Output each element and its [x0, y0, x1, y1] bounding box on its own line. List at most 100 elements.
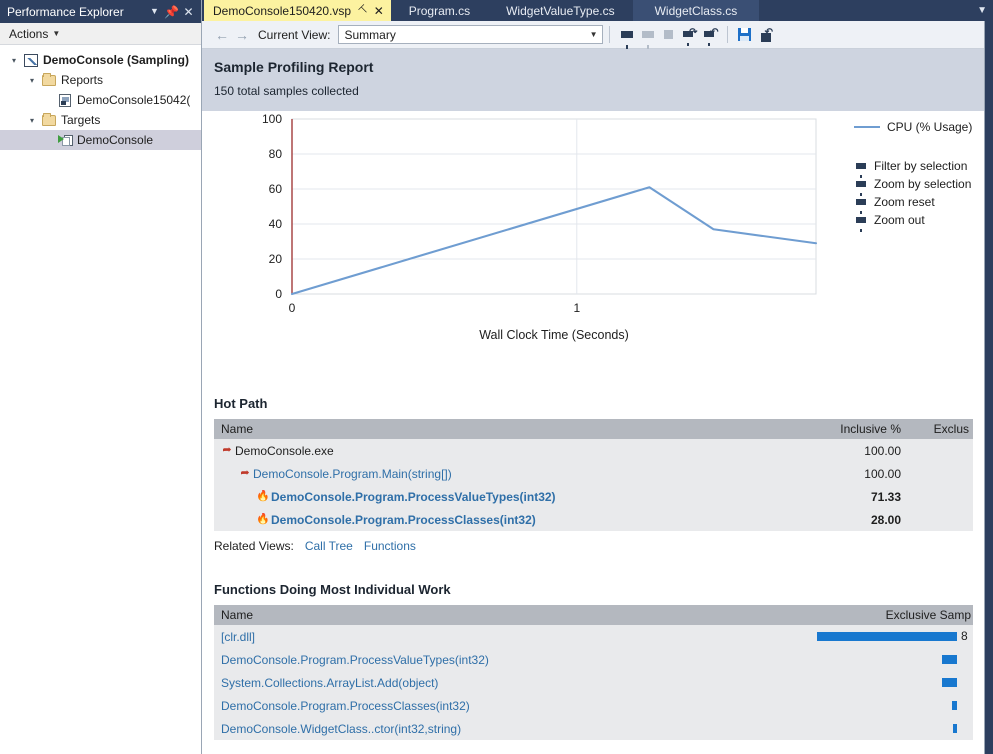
function-name[interactable]: DemoConsole.WidgetClass..ctor(int32,stri…: [221, 722, 461, 736]
exclusive-samples-bar-cell: [813, 671, 973, 694]
tab-widgetclass-cs[interactable]: WidgetClass.cs: [632, 0, 760, 21]
performance-explorer-panel: Performance Explorer ▼ 📌 ✕ Actions ▼ ▾ D…: [0, 0, 202, 754]
close-icon[interactable]: ✕: [180, 3, 197, 21]
current-view-label: Current View:: [258, 27, 331, 42]
toolbar-separator: [727, 26, 729, 43]
function-name[interactable]: DemoConsole.Program.Main(string[]): [253, 467, 452, 481]
tree-item-reports[interactable]: ▾ Reports: [0, 70, 201, 90]
chart-canvas: 0 20 40 60 80 100 01 Wall Clock Time (Seconds…: [202, 111, 862, 354]
exclusive-samples-bar-cell: [813, 694, 973, 717]
zoom-by-selection-action[interactable]: Zoom by selection: [854, 175, 985, 196]
apply-filter-button[interactable]: ↷: [679, 24, 700, 46]
tree-item-targets[interactable]: ▾ Targets: [0, 110, 201, 130]
hot-path-name-cell: ➦ DemoConsole.exe: [214, 444, 825, 458]
list-item[interactable]: DemoConsole.Program.ProcessValueTypes(in…: [214, 648, 973, 671]
tree-item-democonsole-sampling[interactable]: ▾ DemoConsole (Sampling): [0, 50, 201, 70]
action-label: Filter by selection: [874, 159, 968, 173]
filter-button[interactable]: [616, 24, 637, 49]
tab-program-cs[interactable]: Program.cs: [391, 0, 488, 21]
x-tick-label: 1: [573, 301, 580, 315]
table-row[interactable]: 🔥 DemoConsole.Program.ProcessValueTypes(…: [214, 485, 973, 508]
filter-by-selection-action[interactable]: Filter by selection: [854, 157, 985, 178]
editor-area: DemoConsole150420.vsp ⊢ ✕ Program.cs Wid…: [202, 0, 993, 754]
tree-item-democonsole-target[interactable]: DemoConsole: [0, 130, 201, 150]
function-name[interactable]: DemoConsole.Program.ProcessClasses(int32…: [271, 513, 536, 527]
related-view-functions[interactable]: Functions: [364, 539, 416, 553]
functions-work-section: Functions Doing Most Individual Work Nam…: [202, 582, 985, 740]
tab-label: WidgetValueType.cs: [506, 3, 615, 18]
function-name-cell: DemoConsole.WidgetClass..ctor(int32,stri…: [214, 722, 813, 736]
tab-widgetvaluetype-cs[interactable]: WidgetValueType.cs: [488, 0, 633, 21]
hot-path-section: Hot Path Name Inclusive % Exclus ➦ DemoC…: [202, 396, 985, 558]
toolbar-separator: [609, 26, 611, 43]
x-axis-tick-labels: 01: [289, 301, 581, 315]
chevron-down-icon[interactable]: ▼: [146, 3, 163, 21]
pin-icon[interactable]: 📌: [163, 3, 180, 21]
tree-item-label: DemoConsole (Sampling): [43, 53, 190, 67]
zoom-reset-action[interactable]: Zoom reset: [854, 193, 985, 214]
related-view-call-tree[interactable]: Call Tree: [305, 539, 353, 553]
exclusive-samples-bar: [942, 678, 957, 687]
pin-icon[interactable]: ⊢: [356, 3, 371, 18]
actions-menu[interactable]: Actions ▼: [0, 23, 201, 45]
list-item[interactable]: DemoConsole.WidgetClass..ctor(int32,stri…: [214, 717, 973, 740]
tab-overflow-chevron-icon[interactable]: ▼: [977, 0, 987, 21]
y-tick-label: 80: [269, 147, 283, 161]
back-arrow-icon[interactable]: ←: [212, 27, 232, 43]
table-row[interactable]: ➦ DemoConsole.Program.Main(string[]) 100…: [214, 462, 973, 485]
close-icon[interactable]: ✕: [374, 5, 384, 17]
chevron-down-icon: ▼: [589, 30, 598, 39]
y-axis-tick-labels: 0 20 40 60 80 100: [262, 112, 282, 301]
zoom-out-action[interactable]: Zoom out: [854, 211, 985, 232]
exclusive-samples-value: 8: [961, 629, 968, 643]
table-row[interactable]: ➦ DemoConsole.exe 100.00: [214, 439, 973, 462]
expander-icon[interactable]: ▾: [24, 116, 40, 125]
list-item[interactable]: System.Collections.ArrayList.Add(object): [214, 671, 973, 694]
stop-square-icon: [658, 24, 679, 45]
hot-path-header-row: Name Inclusive % Exclus: [214, 419, 973, 439]
flame-icon: 🔥: [256, 490, 270, 502]
function-name[interactable]: DemoConsole.Program.ProcessValueTypes(in…: [271, 490, 556, 504]
window-edge-strip: [985, 21, 993, 754]
column-header-name[interactable]: Name: [214, 608, 798, 622]
table-row[interactable]: 🔥 DemoConsole.Program.ProcessClasses(int…: [214, 508, 973, 531]
legend-swatch: [854, 126, 880, 128]
report-content: Sample Profiling Report 150 total sample…: [202, 49, 985, 754]
function-name[interactable]: DemoConsole.Program.ProcessClasses(int32…: [221, 699, 470, 713]
funnel-icon: [854, 181, 868, 196]
forward-arrow-icon[interactable]: →: [232, 27, 252, 43]
funnel-icon: [854, 199, 868, 214]
folder-icon: [40, 72, 58, 86]
list-item[interactable]: DemoConsole.Program.ProcessClasses(int32…: [214, 694, 973, 717]
expander-icon[interactable]: ▾: [24, 76, 40, 85]
function-name-cell: [clr.dll]: [214, 630, 813, 644]
inclusive-percent: 100.00: [864, 466, 901, 481]
column-header-exclusive-samples[interactable]: Exclusive Samp: [798, 608, 973, 622]
function-name[interactable]: System.Collections.ArrayList.Add(object): [221, 676, 438, 690]
chart-legend: CPU (% Usage) Filter by selection Zoom b…: [854, 119, 985, 232]
hot-path-rows: ➦ DemoConsole.exe 100.00 ➦ DemoConsole.P…: [214, 439, 973, 531]
column-header-inclusive[interactable]: Inclusive %: [825, 422, 911, 436]
function-name[interactable]: DemoConsole.Program.ProcessValueTypes(in…: [221, 653, 489, 667]
functions-work-header-row: Name Exclusive Samp: [214, 605, 973, 625]
save-analysis-button[interactable]: [734, 24, 755, 45]
export-report-button[interactable]: ↶: [755, 24, 776, 45]
list-item[interactable]: [clr.dll] 8: [214, 625, 973, 648]
exclusive-samples-bar: [817, 632, 957, 641]
clear-filter-button: [637, 24, 658, 49]
tab-label: WidgetClass.cs: [654, 3, 738, 18]
reset-filter-button[interactable]: ↶: [700, 24, 721, 46]
function-name-cell: DemoConsole.Program.ProcessValueTypes(in…: [214, 653, 813, 667]
function-name[interactable]: [clr.dll]: [221, 630, 255, 644]
column-header-name[interactable]: Name: [214, 422, 825, 436]
x-axis-label: Wall Clock Time (Seconds): [479, 328, 629, 342]
tab-democonsole-vsp[interactable]: DemoConsole150420.vsp ⊢ ✕: [204, 0, 391, 21]
report-icon: [56, 93, 74, 107]
exclusive-samples-bar: [953, 724, 957, 733]
report-toolbar: ← → Current View: Summary ▼ ↷ ↶ ↶: [202, 21, 993, 49]
current-view-select[interactable]: Summary ▼: [338, 25, 604, 44]
column-header-exclusive[interactable]: Exclus: [911, 422, 973, 436]
sampling-chart-icon: [22, 53, 40, 67]
expander-icon[interactable]: ▾: [6, 56, 22, 65]
tree-item-report-file[interactable]: DemoConsole15042(: [0, 90, 201, 110]
